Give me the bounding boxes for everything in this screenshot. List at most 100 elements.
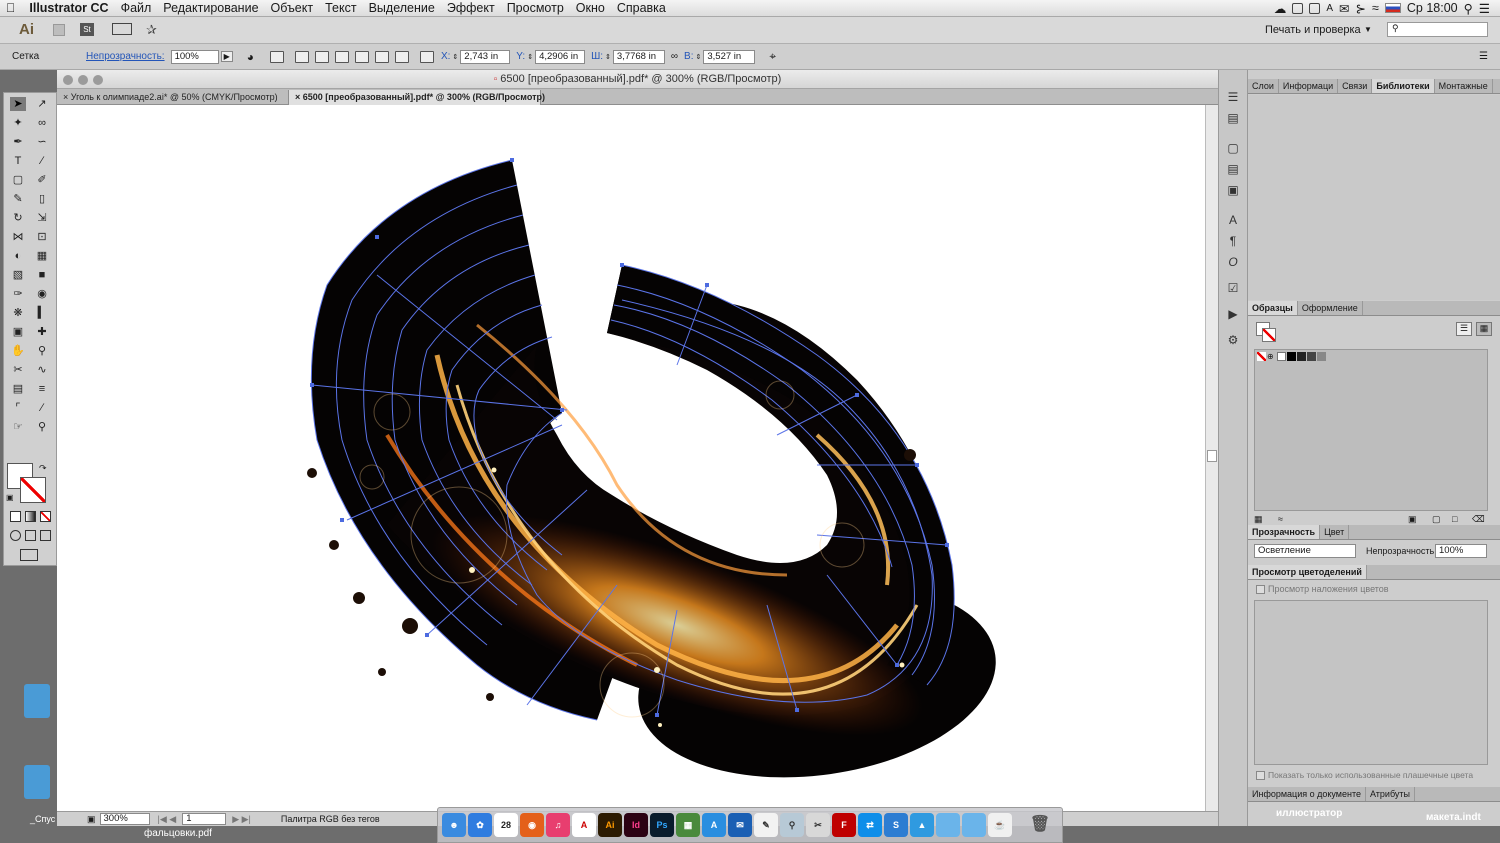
align-bottom-icon[interactable] (394, 50, 409, 63)
indesign-icon[interactable]: Id (624, 813, 648, 837)
draw-behind-icon[interactable] (25, 530, 36, 541)
menu-select[interactable]: Выделение (363, 1, 441, 15)
zoom-window-button[interactable] (93, 75, 103, 85)
desktop-file-label[interactable]: макета.indt (1426, 812, 1481, 823)
adobe-icon[interactable]: A (1326, 3, 1333, 14)
preview-icon[interactable]: ⚲ (780, 813, 804, 837)
close-window-button[interactable] (63, 75, 73, 85)
none-mode-icon[interactable] (40, 511, 51, 522)
menu-edit[interactable]: Редактирование (157, 1, 264, 15)
y-field[interactable]: 4,2906 in (535, 49, 586, 64)
menu-file[interactable]: Файл (115, 1, 158, 15)
itunes-icon[interactable]: ♫ (546, 813, 570, 837)
pencil-tool-icon[interactable]: ✎ (10, 192, 26, 206)
overprint-checkbox[interactable] (1256, 585, 1265, 594)
filezilla-icon[interactable]: F (832, 813, 856, 837)
folder-icon[interactable] (962, 813, 986, 837)
delete-swatch-icon[interactable]: ⌫ (1472, 514, 1485, 525)
app-store-icon[interactable]: A (702, 813, 726, 837)
character-icon[interactable]: A (1224, 213, 1242, 227)
safari-icon[interactable]: ✿ (468, 813, 492, 837)
bluetooth-icon[interactable]: ⊱ (1356, 1, 1366, 16)
opacity-arrow-icon[interactable]: ▶ (220, 51, 233, 62)
live-paint-tool-icon[interactable]: ▤ (10, 382, 26, 396)
firefox-icon[interactable]: ◉ (520, 813, 544, 837)
help-search-input[interactable]: ⚲ (1387, 22, 1488, 37)
align-left-icon[interactable] (294, 50, 309, 63)
checkbox-icon[interactable]: ☑ (1224, 281, 1242, 295)
align-right-icon[interactable] (334, 50, 349, 63)
arrange-documents-icon[interactable] (112, 23, 132, 35)
spot-only-checkbox[interactable] (1256, 771, 1265, 780)
settings-gear-icon[interactable]: ⚙ (1224, 333, 1242, 347)
artboards-icon[interactable]: ▢ (1224, 141, 1242, 155)
h-stepper-icon[interactable]: ⇕ (696, 53, 702, 61)
java-icon[interactable]: ☕ (988, 813, 1012, 837)
mission-control-icon[interactable]: ▦ (676, 813, 700, 837)
swatch-white[interactable] (1277, 352, 1286, 361)
dropbox-icon[interactable]: ▲ (910, 813, 934, 837)
measure-tool-icon[interactable]: ≡ (34, 382, 50, 396)
direct-selection-tool-icon[interactable]: ↗ (34, 97, 50, 111)
gradient-mode-icon[interactable] (25, 511, 36, 522)
perspective-grid-tool-icon[interactable]: ▦ (34, 249, 50, 263)
bridge-icon[interactable] (53, 24, 65, 36)
h-field[interactable]: 3,527 in (703, 49, 756, 64)
scroll-thumb[interactable] (1207, 450, 1217, 462)
gradient-tool-icon[interactable]: ■ (34, 268, 50, 282)
tab-libraries[interactable]: Библиотеки (1372, 79, 1435, 93)
tab-links[interactable]: Связи (1338, 79, 1373, 93)
swatch-dark[interactable] (1297, 352, 1306, 361)
clip-icon[interactable]: ✉ (1339, 1, 1349, 16)
tab-appearance[interactable]: Оформление (1298, 301, 1363, 315)
tab-swatches[interactable]: Образцы (1248, 301, 1298, 315)
flag-ru-icon[interactable] (1384, 3, 1401, 13)
crop-tool-icon[interactable]: ⌜ (10, 401, 26, 415)
magic-wand-tool-icon[interactable]: ✦ (10, 116, 26, 130)
zoom-field[interactable]: 300% (99, 813, 150, 825)
draw-normal-icon[interactable] (10, 530, 21, 541)
align-to-icon[interactable] (269, 50, 284, 63)
opera-icon[interactable]: ✂ (806, 813, 830, 837)
tab-document-info[interactable]: Информация о документе (1248, 787, 1366, 801)
stock-badge[interactable]: St (80, 23, 94, 36)
teamviewer-icon[interactable]: ⇄ (858, 813, 882, 837)
shape-builder-tool-icon[interactable]: ◐ (10, 249, 26, 263)
align-middle-icon[interactable] (374, 50, 389, 63)
knife-tool-icon[interactable]: ∕ (34, 401, 50, 415)
tab-color[interactable]: Цвет (1320, 525, 1350, 539)
tab-document-2[interactable]: × 6500 [преобразованный].pdf* @ 300% (RG… (289, 90, 545, 105)
align-top-icon[interactable] (354, 50, 369, 63)
eyedropper-tool-icon[interactable]: ✑ (10, 287, 26, 301)
finder-icon[interactable]: ☻ (442, 813, 466, 837)
tab-separations-preview[interactable]: Просмотр цветоделений (1248, 565, 1367, 579)
magnify-tool-icon[interactable]: ⚲ (34, 420, 50, 434)
control-menu-icon[interactable]: ☰ (1479, 51, 1488, 62)
swatch-gray-light[interactable] (1317, 352, 1326, 361)
swatch-gray[interactable] (1307, 352, 1316, 361)
align-center-icon[interactable] (314, 50, 329, 63)
sync-icon[interactable] (1309, 2, 1321, 14)
menu-type[interactable]: Текст (319, 1, 362, 15)
new-swatch-icon[interactable]: ▢ (1432, 514, 1441, 525)
slice-tool-icon[interactable]: ✚ (34, 325, 50, 339)
list-view-icon[interactable]: ☰ (1456, 322, 1472, 336)
w-field[interactable]: 3,7768 in (612, 49, 665, 64)
tab-info[interactable]: Информаци (1279, 79, 1339, 93)
x-field[interactable]: 2,743 in (460, 49, 511, 64)
align-icon[interactable]: ▤ (1224, 162, 1242, 176)
tab-artboards[interactable]: Монтажные (1435, 79, 1493, 93)
menu-object[interactable]: Объект (265, 1, 320, 15)
column-graph-tool-icon[interactable]: ▍ (34, 306, 50, 320)
opacity-field[interactable]: 100% (170, 49, 219, 64)
tab-close-icon[interactable]: × (63, 92, 68, 102)
curvature-tool-icon[interactable]: ∽ (34, 135, 50, 149)
constrain-link-icon[interactable]: ∞ (671, 51, 678, 62)
textedit-icon[interactable]: ✎ (754, 813, 778, 837)
menu-help[interactable]: Справка (611, 1, 672, 15)
free-transform-tool-icon[interactable]: ⊡ (34, 230, 50, 244)
thunderbird-icon[interactable]: ✉ (728, 813, 752, 837)
x-stepper-icon[interactable]: ⇕ (452, 53, 458, 61)
lasso-tool-icon[interactable]: ∞ (34, 116, 50, 130)
swatch-registration[interactable]: ⊕ (1267, 352, 1276, 361)
